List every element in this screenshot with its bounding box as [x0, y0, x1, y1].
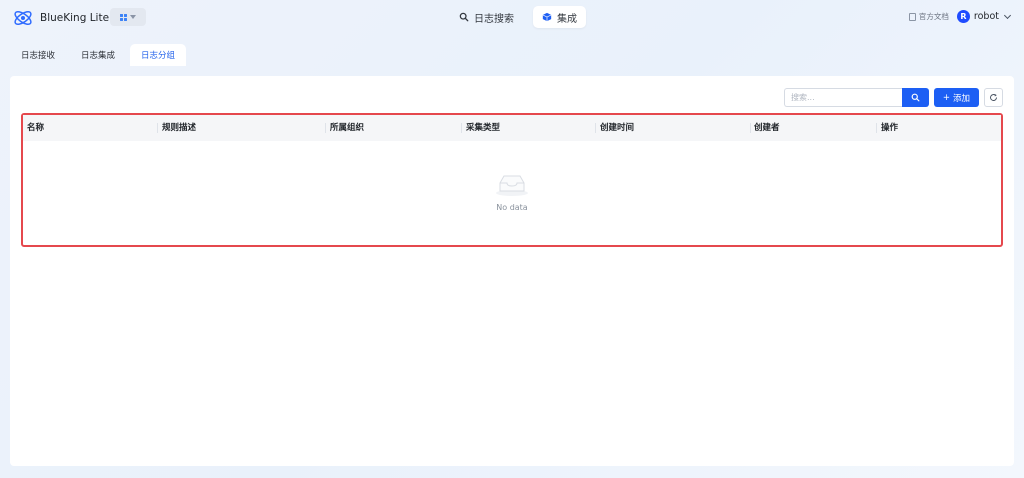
- sub-tabs: 日志接收 日志集成 日志分组: [10, 44, 187, 66]
- data-table: 名称 规则描述 所属组织 采集类型 创建时间 创建者 操作 No data: [21, 113, 1003, 247]
- nav-log-search[interactable]: 日志搜索: [450, 6, 523, 28]
- add-label: 添加: [953, 93, 971, 104]
- column-divider[interactable]: [595, 123, 596, 133]
- table-header: 名称 规则描述 所属组织 采集类型 创建时间 创建者 操作: [23, 115, 1001, 141]
- header-right: 官方文档 R robot: [908, 10, 1012, 23]
- blueking-logo-icon: [14, 11, 32, 25]
- column-header-created-time[interactable]: 创建时间: [600, 115, 634, 141]
- app-switcher-button[interactable]: [110, 8, 146, 26]
- nav-label: 集成: [557, 13, 577, 25]
- nav-label: 日志搜索: [474, 13, 514, 25]
- search-button[interactable]: [902, 88, 929, 107]
- apps-grid-icon: [120, 13, 127, 21]
- column-divider[interactable]: [876, 123, 877, 133]
- document-icon: [908, 12, 916, 21]
- cube-icon: [542, 12, 552, 22]
- column-divider[interactable]: [461, 123, 462, 133]
- brand-name: BlueKing Lite: [40, 12, 110, 24]
- search-icon: [911, 93, 920, 102]
- column-header-collect-type[interactable]: 采集类型: [466, 115, 500, 141]
- column-header-creator[interactable]: 创建者: [754, 115, 780, 141]
- column-header-rule-desc[interactable]: 规则描述: [162, 115, 196, 141]
- avatar: R: [956, 10, 970, 23]
- top-bar: BlueKing Lite 日志搜索 集成 官方文档 R robot: [0, 0, 1024, 36]
- column-header-name[interactable]: 名称: [27, 115, 44, 141]
- main-panel: + 添加 名称 规则描述 所属组织 采集类型 创建时间 创建者 操作: [10, 76, 1014, 466]
- column-divider[interactable]: [157, 123, 158, 133]
- plus-icon: +: [942, 92, 951, 103]
- refresh-button[interactable]: [984, 88, 1003, 107]
- empty-inbox-icon: [496, 175, 528, 196]
- tab-log-integration[interactable]: 日志集成: [70, 44, 126, 66]
- main-nav: 日志搜索 集成: [450, 6, 586, 28]
- add-button[interactable]: + 添加: [934, 88, 979, 107]
- column-divider[interactable]: [325, 123, 326, 133]
- official-docs-link[interactable]: 官方文档: [908, 11, 949, 22]
- brand[interactable]: BlueKing Lite: [12, 7, 109, 29]
- column-header-organization[interactable]: 所属组织: [330, 115, 364, 141]
- doc-label: 官方文档: [918, 12, 949, 21]
- empty-text: No data: [496, 203, 528, 212]
- tab-log-group[interactable]: 日志分组: [130, 44, 187, 66]
- user-name: robot: [973, 11, 999, 22]
- search-icon: [459, 12, 469, 22]
- column-divider[interactable]: [750, 123, 751, 133]
- column-header-actions: 操作: [881, 123, 899, 133]
- nav-integration[interactable]: 集成: [533, 6, 586, 28]
- user-menu[interactable]: R robot: [956, 10, 1012, 23]
- chevron-down-icon: [1003, 11, 1012, 19]
- empty-state: No data: [23, 171, 1001, 212]
- refresh-icon: [990, 93, 997, 101]
- tab-log-receive[interactable]: 日志接收: [10, 44, 66, 66]
- caret-down-icon: [130, 15, 136, 19]
- search-box: [784, 88, 929, 107]
- search-input[interactable]: [784, 88, 902, 107]
